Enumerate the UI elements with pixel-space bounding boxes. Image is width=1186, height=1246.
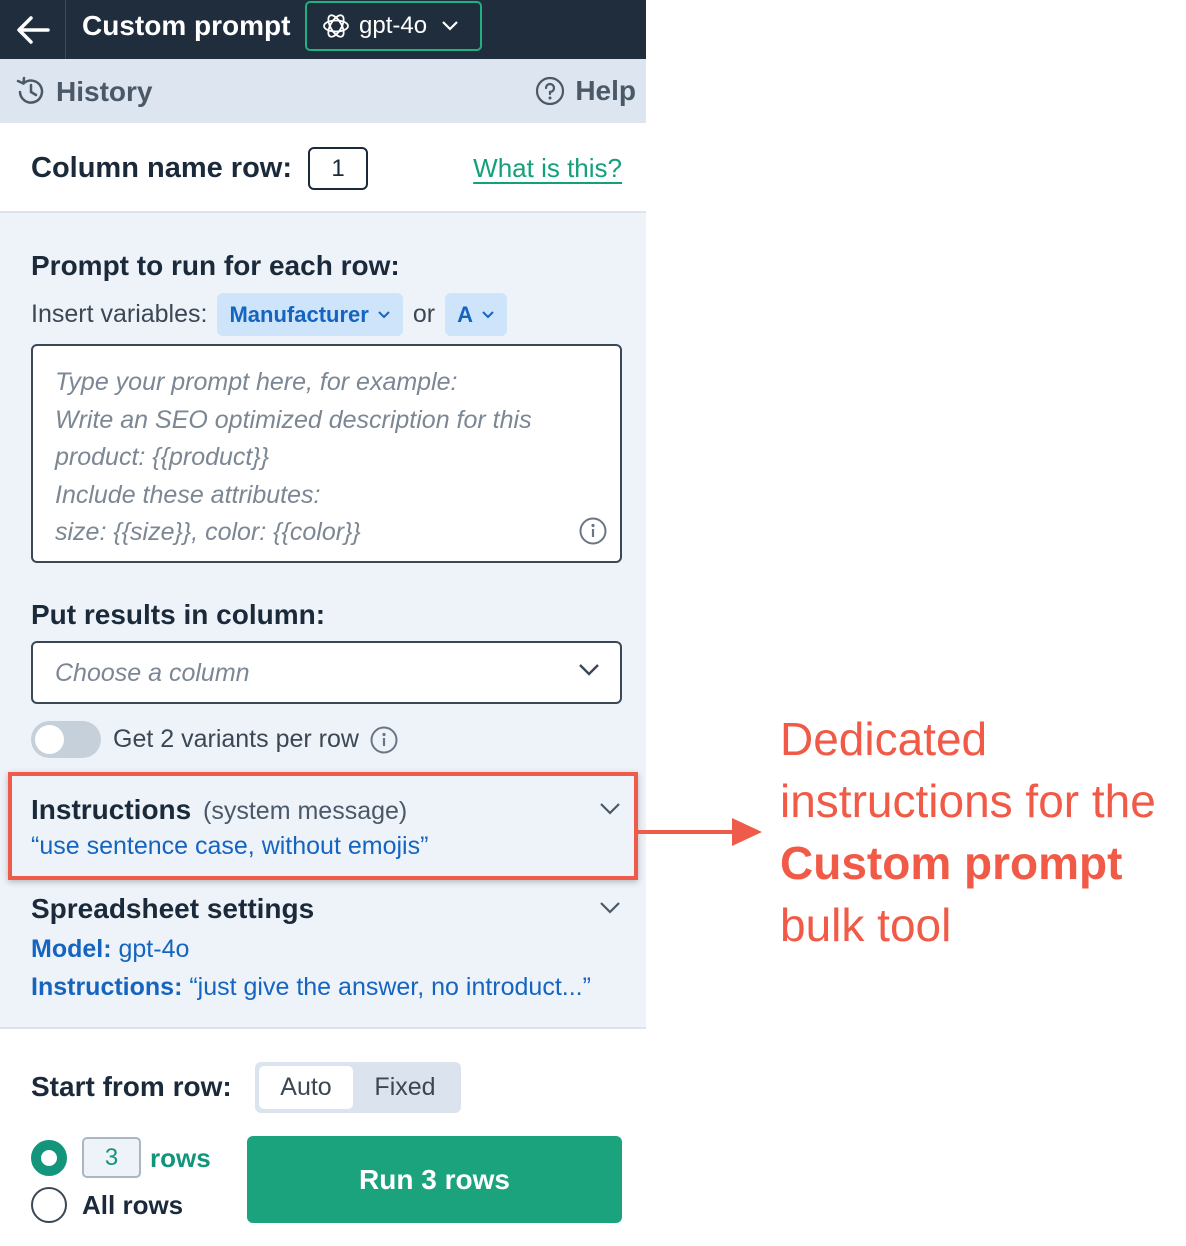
settings-instructions-value: “just give the answer, no introduct...” <box>182 973 591 1001</box>
annotation-line-1: Dedicated <box>780 713 988 765</box>
results-title: Put results in column: <box>31 599 326 630</box>
column-name-row-input[interactable]: 1 <box>308 147 368 190</box>
settings-model-value: gpt-4o <box>111 935 190 963</box>
variants-row: Get 2 variants per row <box>31 721 399 758</box>
back-button[interactable] <box>0 0 66 59</box>
rows-count-input[interactable]: 3 <box>82 1137 141 1178</box>
rows-label: rows <box>150 1143 211 1173</box>
results-column-placeholder: Choose a column <box>55 659 250 687</box>
start-row-auto-option[interactable]: Auto <box>259 1066 353 1109</box>
app-title: Custom prompt <box>82 10 291 41</box>
insert-variables-row: Insert variables: Manufacturer or A <box>31 293 507 336</box>
chevron-down-icon <box>377 310 391 320</box>
what-is-this-link[interactable]: What is this? <box>473 153 622 184</box>
info-icon[interactable] <box>369 725 399 755</box>
settings-model-line: Model: gpt-4o <box>31 935 189 964</box>
prompt-title: Prompt to run for each row: <box>31 250 400 281</box>
prompt-settings-section: Prompt to run for each row: Insert varia… <box>0 213 646 1029</box>
column-name-row: Column name row: 1 What is this? <box>0 123 646 213</box>
model-select[interactable]: gpt-4o <box>305 1 482 51</box>
variable-dropdown[interactable]: Manufacturer <box>217 293 403 336</box>
start-row-fixed-option[interactable]: Fixed <box>353 1066 457 1109</box>
annotation-line-3: Custom prompt <box>780 832 1156 894</box>
settings-instructions-line: Instructions: “just give the answer, no … <box>31 973 591 1002</box>
history-label: History <box>56 76 153 107</box>
question-circle-icon <box>536 76 565 106</box>
insert-variables-label: Insert variables: <box>31 300 208 328</box>
start-row-label: Start from row: <box>31 1071 232 1102</box>
prompt-textarea[interactable]: Type your prompt here, for example: Writ… <box>31 344 622 563</box>
variants-label: Get 2 variants per row <box>113 725 359 753</box>
help-button[interactable]: Help <box>535 75 636 107</box>
info-icon[interactable] <box>578 516 608 551</box>
instructions-highlight-box <box>8 772 638 880</box>
rows-radio[interactable] <box>31 1140 67 1176</box>
column-name-row-label: Column name row: <box>31 152 293 184</box>
results-column-select[interactable]: Choose a column <box>31 641 622 704</box>
model-label: gpt-4o <box>359 12 428 39</box>
arrow-left-icon <box>16 15 50 44</box>
column-letter-dropdown[interactable]: A <box>445 293 507 336</box>
all-rows-label: All rows <box>82 1190 184 1220</box>
annotation-bold: Custom prompt <box>780 837 1123 889</box>
history-button[interactable]: History <box>14 75 152 109</box>
prompt-placeholder: Type your prompt here, for example: Writ… <box>55 368 532 546</box>
annotation-line-2: instructions for the <box>780 775 1156 827</box>
spreadsheet-settings-section[interactable]: Spreadsheet settings Model: gpt-4o Instr… <box>31 893 631 1013</box>
all-rows-radio[interactable] <box>31 1187 67 1223</box>
openai-icon <box>323 14 349 38</box>
column-letter-label: A <box>457 301 473 327</box>
top-bar: Custom prompt gpt-4o <box>0 0 646 59</box>
chevron-down-icon <box>599 901 621 920</box>
spreadsheet-settings-title: Spreadsheet settings <box>31 893 315 924</box>
annotation-arrow <box>638 818 762 846</box>
sub-bar: History Help <box>0 59 646 123</box>
settings-model-label: Model: <box>31 935 112 963</box>
help-label: Help <box>575 75 636 106</box>
chevron-down-icon <box>578 663 600 682</box>
variants-toggle[interactable] <box>31 721 101 758</box>
variable-dropdown-label: Manufacturer <box>229 301 369 327</box>
run-rows-button[interactable]: Run 3 rows <box>247 1136 622 1223</box>
start-row-segmented-control: Auto Fixed <box>255 1062 461 1113</box>
or-label: or <box>412 300 436 328</box>
custom-prompt-panel: Custom prompt gpt-4o History Help Column… <box>0 0 646 1246</box>
history-icon <box>16 76 44 104</box>
annotation-line-4: bulk tool <box>780 899 952 951</box>
annotation-callout: Dedicated instructions for the Custom pr… <box>780 708 1156 956</box>
chevron-down-icon <box>441 20 459 32</box>
chevron-down-icon <box>481 310 495 320</box>
toggle-knob <box>35 725 64 754</box>
settings-instructions-label: Instructions: <box>31 973 183 1001</box>
